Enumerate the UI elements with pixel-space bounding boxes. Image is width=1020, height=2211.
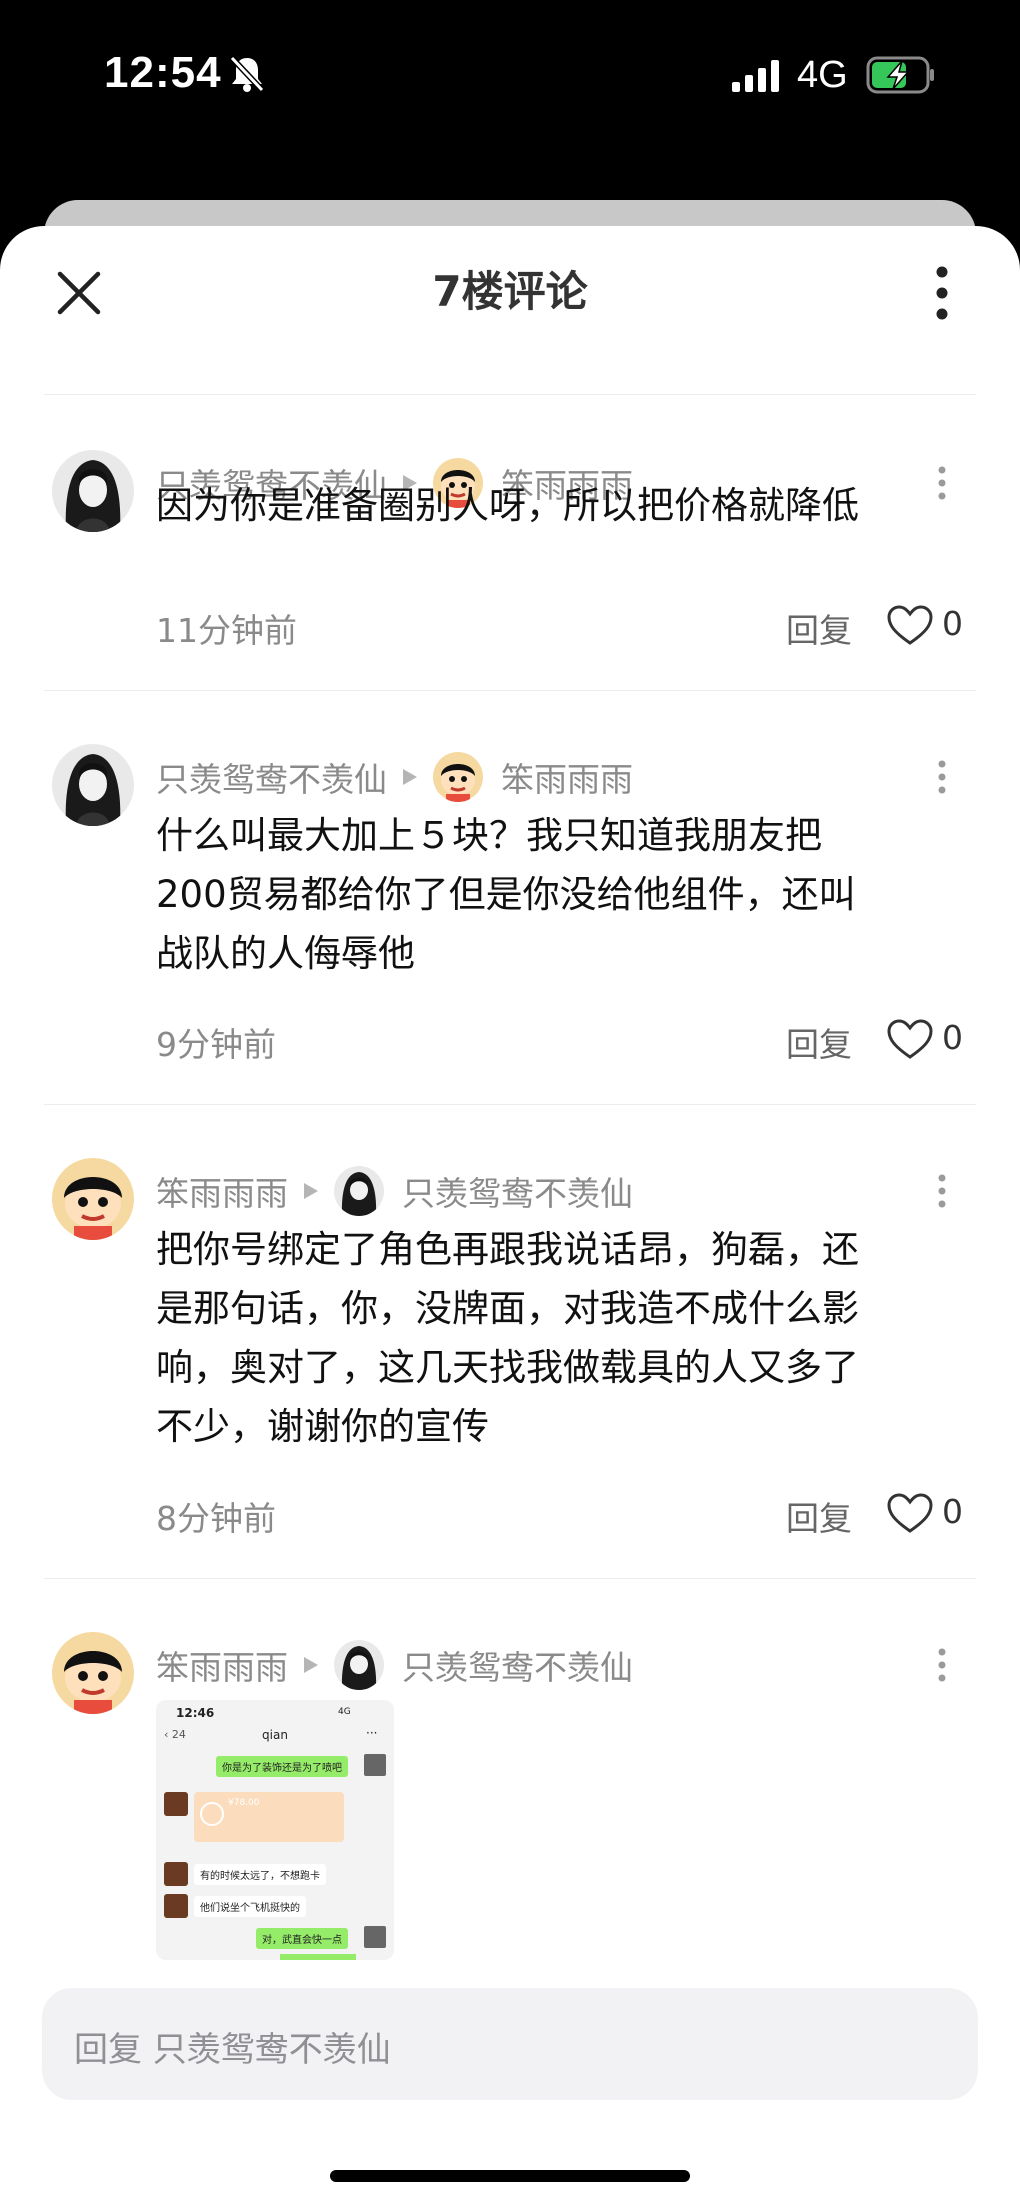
avatar[interactable]: [52, 1632, 134, 1714]
signal-icon: [732, 60, 779, 92]
sheet-header: 7楼评论: [0, 226, 1020, 396]
more-vertical-icon[interactable]: [920, 258, 964, 328]
like-count: 0: [942, 1492, 963, 1531]
image-message-partial: [280, 1954, 356, 1960]
comment-text: 把你号绑定了角色再跟我说话昂，狗磊，还 是那句话，你，没牌面，对我造不成什么影 …: [156, 1220, 956, 1456]
heart-icon[interactable]: [886, 1492, 934, 1534]
comment-more-icon[interactable]: [922, 1640, 962, 1690]
comment-line: 响，奥对了，这几天找我做载具的人又多了: [156, 1346, 859, 1389]
avatar[interactable]: [52, 1158, 134, 1240]
reply-to-avatar[interactable]: [433, 752, 483, 802]
comment-meta: 只羡鸳鸯不羡仙 笨雨雨雨: [156, 752, 633, 802]
header-divider: [44, 394, 976, 395]
comment-divider: [44, 1578, 976, 1579]
comment-line: 什么叫最大加上５块？我只知道我朋友把: [156, 814, 822, 857]
heart-icon[interactable]: [886, 1018, 934, 1060]
image-chat-nav: ‹ 24 qian ···: [156, 1726, 394, 1748]
avatar[interactable]: [52, 450, 134, 532]
comment-line: 把你号绑定了角色再跟我说话昂，狗磊，还: [156, 1228, 859, 1271]
author-name[interactable]: 笨雨雨雨: [156, 1641, 288, 1689]
comment-line: 200贸易都给你了但是你没给他组件，还叫: [156, 873, 856, 916]
reply-button[interactable]: 回复: [786, 1018, 852, 1066]
image-message: 对，武直会快一点: [256, 1928, 348, 1949]
comment-more-icon[interactable]: [922, 752, 962, 802]
comment-divider: [44, 690, 976, 691]
comment-time: 8分钟前: [156, 1499, 276, 1538]
comment-line: 是那句话，你，没牌面，对我造不成什么影: [156, 1287, 859, 1330]
reply-input-placeholder: 回复 只羡鸳鸯不羡仙: [74, 2030, 391, 2070]
comment-text: 因为你是准备圈别人呀，所以把价格就降低: [156, 476, 956, 535]
battery-charging-icon: [866, 56, 934, 94]
reply-arrow-icon: [304, 1657, 318, 1673]
comment-line: 因为你是准备圈别人呀，所以把价格就降低: [156, 484, 859, 527]
image-status-time: 12:46: [176, 1706, 215, 1720]
comment-line: 不少，谢谢你的宣传: [156, 1405, 489, 1448]
author-name[interactable]: 笨雨雨雨: [156, 1167, 288, 1215]
image-status-bar: 12:46 4G: [156, 1700, 394, 1724]
image-more-icon: ···: [366, 1726, 378, 1740]
comment-time: 9分钟前: [156, 1025, 276, 1064]
image-avatar: [164, 1792, 188, 1816]
author-name[interactable]: 只羡鸳鸯不羡仙: [156, 753, 387, 801]
image-chat-name: qian: [262, 1728, 288, 1742]
reply-to-name[interactable]: 只羡鸳鸯不羡仙: [402, 1641, 633, 1689]
heart-icon[interactable]: [886, 604, 934, 646]
image-avatar: [164, 1862, 188, 1886]
comment-more-icon[interactable]: [922, 1166, 962, 1216]
comment-text: 什么叫最大加上５块？我只知道我朋友把 200贸易都给你了但是你没给他组件，还叫 …: [156, 806, 956, 983]
reply-to-name[interactable]: 笨雨雨雨: [501, 753, 633, 801]
image-transfer-amount: ¥78.00: [228, 1798, 260, 1808]
comment-line: 战队的人侮辱他: [156, 932, 415, 975]
bell-muted-icon: [229, 55, 265, 93]
like-count: 0: [942, 1018, 963, 1057]
reply-to-avatar[interactable]: [334, 1640, 384, 1690]
status-time: 12:54: [104, 48, 222, 97]
comment-meta: 笨雨雨雨 只羡鸳鸯不羡仙: [156, 1166, 633, 1216]
image-transfer-card: ¥78.00: [194, 1792, 344, 1842]
reply-input[interactable]: 回复 只羡鸳鸯不羡仙: [42, 1988, 978, 2100]
image-message: 你是为了装饰还是为了喷吧: [216, 1756, 348, 1777]
like-count: 0: [942, 604, 963, 643]
reply-arrow-icon: [304, 1183, 318, 1199]
image-message: 他们说坐个飞机挺快的: [194, 1896, 306, 1917]
home-indicator[interactable]: [330, 2170, 690, 2182]
page-title: 7楼评论: [432, 267, 588, 316]
reply-button[interactable]: 回复: [786, 604, 852, 652]
image-message: 有的时候太远了，不想跑卡: [194, 1864, 326, 1885]
reply-arrow-icon: [403, 769, 417, 785]
reply-to-name[interactable]: 只羡鸳鸯不羡仙: [402, 1167, 633, 1215]
image-network: 4G: [338, 1707, 351, 1717]
image-avatar: [364, 1926, 386, 1948]
network-type: 4G: [797, 54, 848, 96]
reply-button[interactable]: 回复: [786, 1492, 852, 1540]
comment-divider: [44, 1104, 976, 1105]
comment-meta: 笨雨雨雨 只羡鸳鸯不羡仙: [156, 1640, 633, 1690]
image-avatar: [364, 1754, 386, 1776]
comment-sheet: 7楼评论 只羡鸳鸯不羡仙 笨雨雨雨 因为你是准备圈别人呀，所以把价格就降低 11…: [0, 226, 1020, 2211]
image-avatar: [164, 1894, 188, 1918]
status-bar: 12:54 4G: [0, 0, 1020, 150]
reply-to-avatar[interactable]: [334, 1166, 384, 1216]
attached-image[interactable]: 12:46 4G ‹ 24 qian ··· 你是为了装饰还是为了喷吧 ¥78.…: [156, 1700, 394, 1960]
comment-time: 11分钟前: [156, 611, 297, 650]
avatar[interactable]: [52, 744, 134, 826]
